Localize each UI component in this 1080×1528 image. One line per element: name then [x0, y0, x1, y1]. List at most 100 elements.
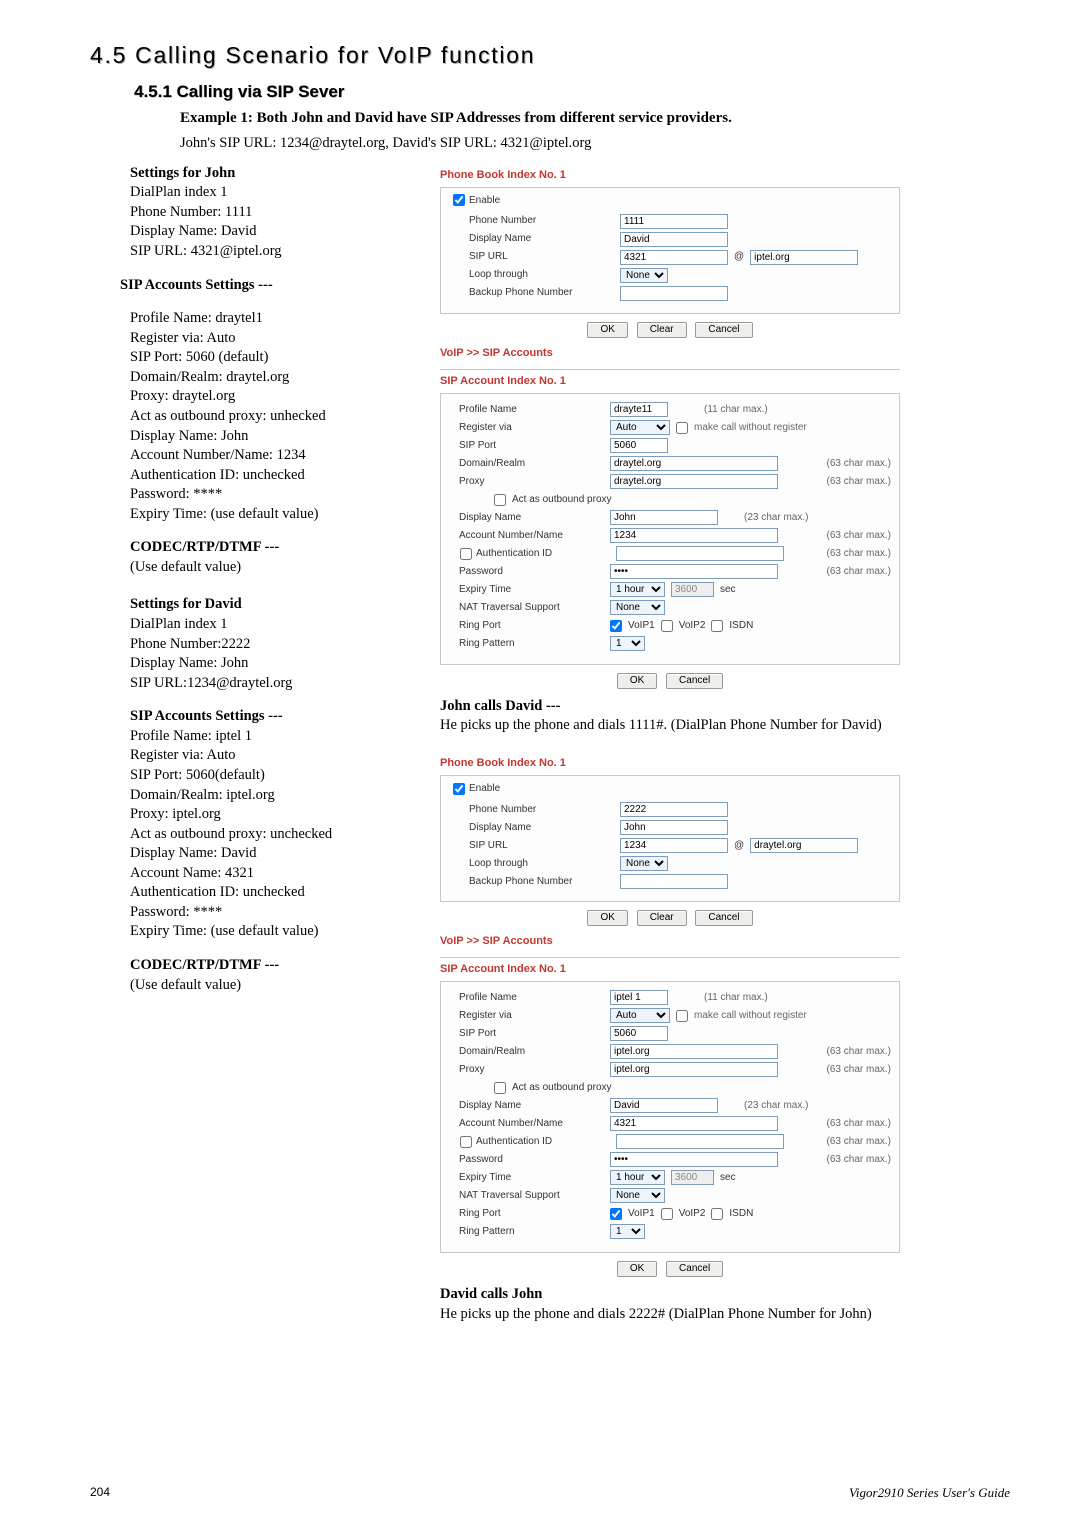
- clear-button[interactable]: Clear: [637, 910, 687, 926]
- sip-url-user-input[interactable]: [620, 250, 728, 265]
- nat-traversal-label: NAT Traversal Support: [449, 601, 604, 615]
- loop-through-select[interactable]: None: [620, 268, 668, 283]
- sip-url-user-input[interactable]: [620, 838, 728, 853]
- section-heading: 4.5 Calling Scenario for VoIP function: [90, 40, 1010, 71]
- voip2-checkbox[interactable]: [661, 1208, 673, 1220]
- profile-name-input[interactable]: [610, 402, 668, 417]
- ok-button[interactable]: OK: [587, 322, 627, 338]
- cancel-button[interactable]: Cancel: [666, 673, 723, 689]
- outbound-proxy-label: Act as outbound proxy: [512, 493, 612, 507]
- clear-button[interactable]: Clear: [637, 322, 687, 338]
- ok-button[interactable]: OK: [617, 673, 657, 689]
- expiry-time-label: Expiry Time: [449, 583, 604, 597]
- register-via-select[interactable]: Auto: [610, 420, 670, 435]
- account-num-input[interactable]: [610, 528, 778, 543]
- voip1-checkbox[interactable]: [610, 620, 622, 632]
- enable-checkbox[interactable]: [453, 194, 465, 206]
- example-title: Example 1: Both John and David have SIP …: [180, 108, 1010, 128]
- page-number: 204: [90, 1484, 110, 1502]
- phonebook-john-panel: Phone Book Index No. 1 Enable Phone Numb…: [440, 168, 900, 338]
- cancel-button[interactable]: Cancel: [666, 1261, 723, 1277]
- auth-id-checkbox[interactable]: [460, 548, 472, 560]
- backup-phone-input[interactable]: [620, 286, 728, 301]
- expiry-time-label: Expiry Time: [449, 1171, 604, 1185]
- display-name-input[interactable]: [610, 510, 718, 525]
- display-name-input[interactable]: [620, 820, 728, 835]
- expiry-time-select[interactable]: 1 hour: [610, 582, 665, 597]
- auth-id-input[interactable]: [616, 1134, 784, 1149]
- cancel-button[interactable]: Cancel: [695, 910, 752, 926]
- make-call-checkbox[interactable]: [676, 422, 688, 434]
- phone-number-input[interactable]: [620, 214, 728, 229]
- outbound-proxy-checkbox[interactable]: [494, 1082, 506, 1094]
- text-line: SIP Port: 5060 (default): [130, 348, 420, 368]
- sip-port-input[interactable]: [610, 1026, 668, 1041]
- phone-number-input[interactable]: [620, 802, 728, 817]
- voip2-checkbox[interactable]: [661, 620, 673, 632]
- nat-traversal-select[interactable]: None: [610, 600, 665, 615]
- password-label: Password: [449, 565, 604, 579]
- ring-port-label: Ring Port: [449, 619, 604, 633]
- hint-text: (11 char max.): [704, 403, 768, 417]
- profile-name-input[interactable]: [610, 990, 668, 1005]
- voip1-checkbox[interactable]: [610, 1208, 622, 1220]
- make-call-checkbox[interactable]: [676, 1010, 688, 1022]
- expiry-time-select[interactable]: 1 hour: [610, 1170, 665, 1185]
- nat-traversal-label: NAT Traversal Support: [449, 1189, 604, 1203]
- register-via-select[interactable]: Auto: [610, 1008, 670, 1023]
- text-line: He picks up the phone and dials 1111#. (…: [440, 717, 882, 733]
- profile-name-label: Profile Name: [449, 991, 604, 1005]
- display-name-input[interactable]: [610, 1098, 718, 1113]
- account-num-label: Account Number/Name: [449, 1117, 604, 1131]
- outbound-proxy-checkbox[interactable]: [494, 494, 506, 506]
- john-calls-title: John calls David ---: [440, 698, 560, 714]
- enable-checkbox[interactable]: [453, 783, 465, 795]
- guide-title: Vigor2910 Series User's Guide: [849, 1484, 1010, 1502]
- ring-pattern-label: Ring Pattern: [449, 1225, 604, 1239]
- nat-traversal-select[interactable]: None: [610, 1188, 665, 1203]
- password-input[interactable]: [610, 564, 778, 579]
- text-line: Phone Number: 1111: [130, 203, 420, 223]
- cancel-button[interactable]: Cancel: [695, 322, 752, 338]
- loop-through-label: Loop through: [449, 857, 614, 871]
- ok-button[interactable]: OK: [617, 1261, 657, 1277]
- loop-through-select[interactable]: None: [620, 856, 668, 871]
- sip-port-input[interactable]: [610, 438, 668, 453]
- auth-id-label: Authentication ID: [476, 1135, 552, 1149]
- ring-pattern-select[interactable]: 1: [610, 1224, 645, 1239]
- backup-phone-label: Backup Phone Number: [449, 286, 614, 300]
- phone-number-label: Phone Number: [449, 803, 614, 817]
- display-name-label: Display Name: [449, 1099, 604, 1113]
- sip-url-domain-input[interactable]: [750, 250, 858, 265]
- text-line: Phone Number:2222: [130, 635, 420, 655]
- domain-realm-input[interactable]: [610, 456, 778, 471]
- panel-title: Phone Book Index No. 1: [440, 756, 900, 771]
- display-name-label: Display Name: [449, 511, 604, 525]
- john-sip-title: SIP Accounts Settings ---: [120, 276, 420, 296]
- domain-realm-input[interactable]: [610, 1044, 778, 1059]
- ok-button[interactable]: OK: [587, 910, 627, 926]
- ring-pattern-select[interactable]: 1: [610, 636, 645, 651]
- sip-port-label: SIP Port: [449, 439, 604, 453]
- at-label: @: [734, 250, 744, 264]
- text-line: Register via: Auto: [130, 746, 420, 766]
- sip-url-domain-input[interactable]: [750, 838, 858, 853]
- backup-phone-input[interactable]: [620, 874, 728, 889]
- at-label: @: [734, 839, 744, 853]
- isdn-checkbox[interactable]: [711, 1208, 723, 1220]
- proxy-input[interactable]: [610, 1062, 778, 1077]
- voip1-label: VoIP1: [628, 1207, 655, 1221]
- text-line: Act as outbound proxy: unhecked: [130, 407, 420, 427]
- isdn-checkbox[interactable]: [711, 620, 723, 632]
- password-input[interactable]: [610, 1152, 778, 1167]
- account-num-input[interactable]: [610, 1116, 778, 1131]
- hint-text: (23 char max.): [744, 511, 808, 525]
- register-via-label: Register via: [449, 421, 604, 435]
- proxy-input[interactable]: [610, 474, 778, 489]
- display-name-input[interactable]: [620, 232, 728, 247]
- auth-id-input[interactable]: [616, 546, 784, 561]
- phonebook-david-panel: Phone Book Index No. 1 Enable Phone Numb…: [440, 756, 900, 926]
- panel-title: VoIP >> SIP Accounts: [440, 934, 900, 949]
- intro-line: John's SIP URL: 1234@draytel.org, David'…: [180, 134, 1010, 154]
- auth-id-checkbox[interactable]: [460, 1136, 472, 1148]
